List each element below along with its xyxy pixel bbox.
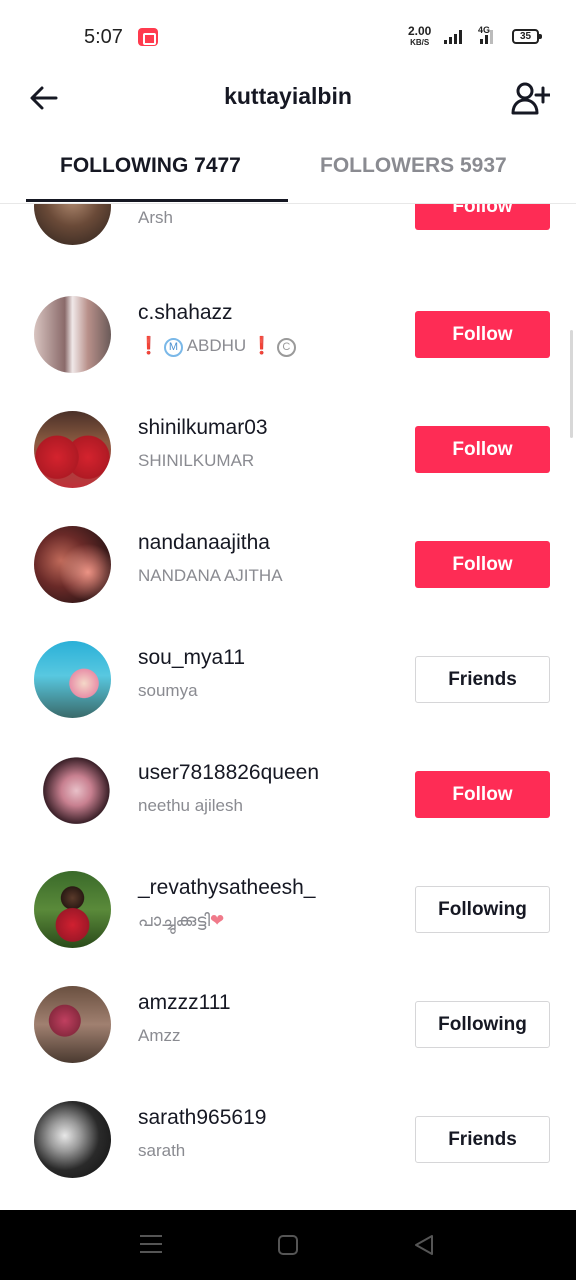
- scrollbar[interactable]: [570, 330, 573, 438]
- username[interactable]: shinilkumar03: [138, 416, 268, 440]
- avatar[interactable]: [34, 986, 111, 1063]
- wifi-signal-icon: [444, 30, 466, 44]
- following-list[interactable]: Arsh Follow c.shahazz ❗ M ABDHU ❗ C Foll…: [0, 204, 576, 1208]
- following-button[interactable]: Following: [415, 1001, 550, 1048]
- username[interactable]: _revathysatheesh_: [138, 876, 315, 900]
- username[interactable]: user7818826queen: [138, 761, 319, 785]
- cell-signal-icon: [474, 30, 496, 44]
- list-item[interactable]: shinilkumar03 SHINILKUMAR Follow: [0, 392, 576, 507]
- network-speed: 2.00 KB/S: [408, 24, 432, 47]
- username[interactable]: nandanaajitha: [138, 531, 270, 555]
- battery-icon: 35: [512, 29, 542, 44]
- copyright-icon: C: [276, 338, 296, 357]
- avatar[interactable]: [34, 526, 111, 603]
- friends-button[interactable]: Friends: [415, 1116, 550, 1163]
- home-icon[interactable]: [278, 1235, 298, 1255]
- add-user-icon[interactable]: [510, 78, 550, 118]
- nickname: sarath: [138, 1141, 186, 1160]
- clock: 5:07: [84, 26, 123, 48]
- username[interactable]: sou_mya11: [138, 646, 245, 670]
- follow-button[interactable]: Follow: [415, 426, 550, 473]
- follow-button[interactable]: Follow: [415, 311, 550, 358]
- header: kuttayialbin: [0, 76, 576, 120]
- list-item[interactable]: _revathysatheesh_ പാച്ചുക്കുട്ടി❤ Follow…: [0, 852, 576, 967]
- avatar[interactable]: [34, 296, 111, 373]
- nickname: soumya: [138, 681, 198, 700]
- follow-button[interactable]: Follow: [415, 541, 550, 588]
- active-tab-indicator: [26, 199, 288, 202]
- m-circle-icon: M: [163, 338, 183, 357]
- status-bar: 5:07 2.00 KB/S 4G 35: [0, 0, 576, 76]
- exclamation-icon: ❗: [250, 336, 273, 355]
- list-item[interactable]: sarath965619 sarath Friends: [0, 1082, 576, 1197]
- follow-button[interactable]: Follow: [415, 771, 550, 818]
- avatar[interactable]: [34, 1101, 111, 1178]
- exclamation-icon: ❗: [138, 336, 160, 355]
- avatar[interactable]: [34, 756, 111, 833]
- nickname: SHINILKUMAR: [138, 451, 255, 470]
- screen-record-icon: [138, 28, 158, 46]
- nickname: Amzz: [138, 1026, 181, 1045]
- list-item[interactable]: amzzz111 Amzz Following: [0, 967, 576, 1082]
- username[interactable]: sarath965619: [138, 1106, 266, 1130]
- avatar[interactable]: [34, 204, 111, 245]
- avatar[interactable]: [34, 411, 111, 488]
- avatar[interactable]: [34, 871, 111, 948]
- username[interactable]: c.shahazz: [138, 301, 233, 325]
- nickname: neethu ajilesh: [138, 796, 243, 815]
- back-triangle-icon[interactable]: [412, 1233, 436, 1257]
- menu-icon[interactable]: [140, 1235, 162, 1253]
- list-item[interactable]: user7818826queen neethu ajilesh Follow: [0, 737, 576, 852]
- username[interactable]: amzzz111: [138, 991, 231, 1015]
- list-item[interactable]: nandanaajitha NANDANA AJITHA Follow: [0, 507, 576, 622]
- list-item[interactable]: Arsh Follow: [0, 204, 576, 264]
- friends-button[interactable]: Friends: [415, 656, 550, 703]
- navigation-bar: [0, 1210, 576, 1280]
- list-item[interactable]: sou_mya11 soumya Friends: [0, 622, 576, 737]
- heart-icon: ❤: [210, 911, 225, 930]
- list-item[interactable]: c.shahazz ❗ M ABDHU ❗ C Follow: [0, 277, 576, 392]
- follow-button[interactable]: Follow: [415, 204, 550, 230]
- nickname: NANDANA AJITHA: [138, 566, 283, 585]
- tab-followers[interactable]: FOLLOWERS 5937: [320, 154, 507, 178]
- following-button[interactable]: Following: [415, 886, 550, 933]
- nickname: Arsh: [138, 208, 173, 227]
- avatar[interactable]: [34, 641, 111, 718]
- nickname: പാച്ചുക്കുട്ടി❤: [138, 911, 225, 930]
- page-title: kuttayialbin: [224, 83, 352, 109]
- tab-following[interactable]: FOLLOWING 7477: [60, 154, 241, 178]
- tabs: FOLLOWING 7477 FOLLOWERS 5937: [0, 140, 576, 204]
- nickname: ❗ M ABDHU ❗ C: [138, 336, 296, 357]
